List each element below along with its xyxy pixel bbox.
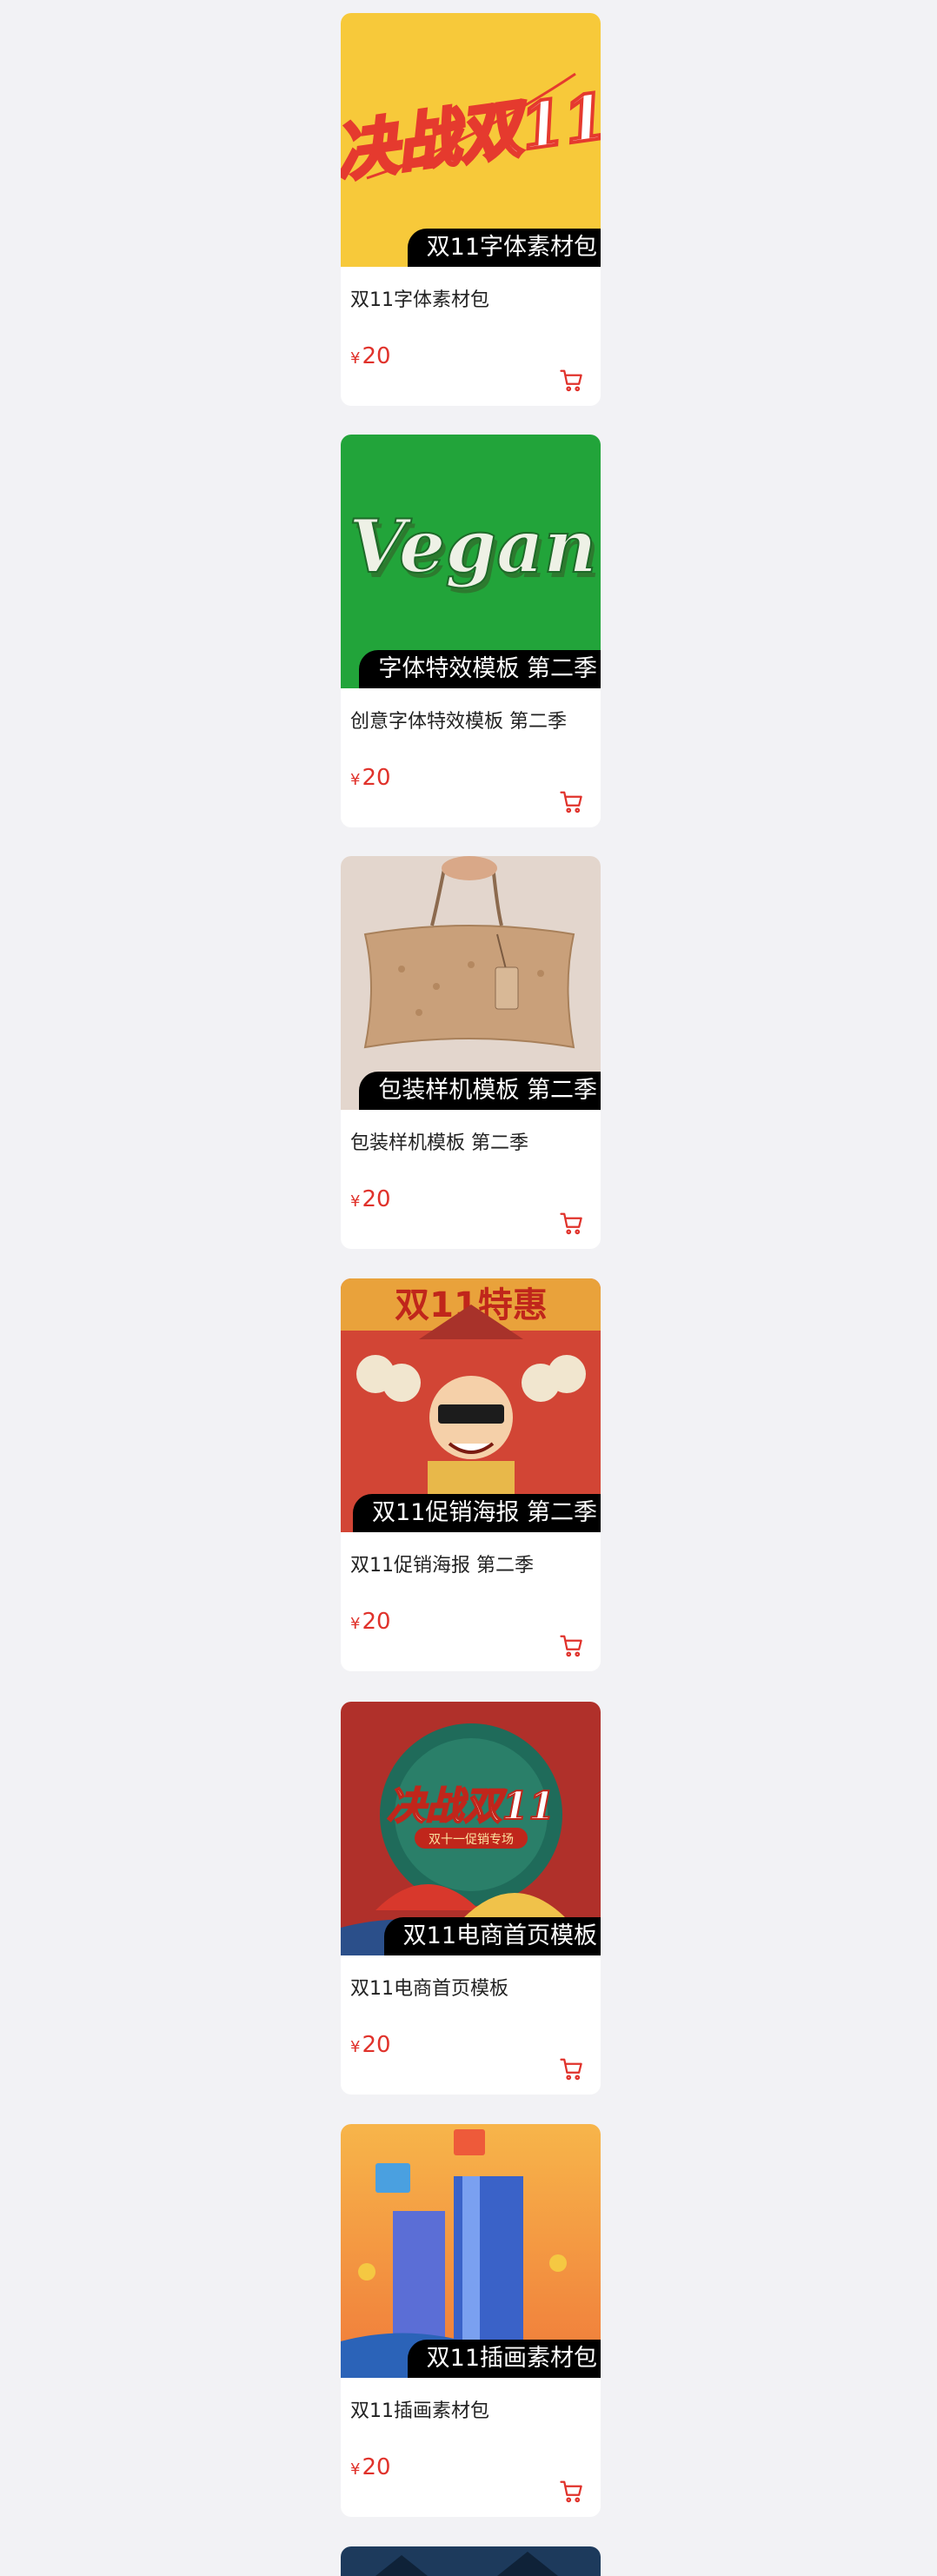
product-thumbnail[interactable]: Vegan Vegan 字体特效模板 第二季	[341, 435, 601, 688]
product-thumbnail[interactable]: 双11特惠 双11促销海报 第二季	[341, 1278, 601, 1532]
product-title: 包装样机模板 第二季	[350, 1132, 528, 1154]
product-card[interactable]: Vegan Vegan 字体特效模板 第二季 创意字体特效模板 第二季 ¥20	[341, 435, 601, 827]
shopping-cart-icon[interactable]	[559, 368, 585, 394]
shopping-cart-icon[interactable]	[559, 1211, 585, 1237]
product-price: ¥20	[350, 765, 391, 791]
product-thumbnail[interactable]: 双11插画素材包	[341, 2124, 601, 2378]
product-price: ¥20	[350, 1609, 391, 1635]
product-thumbnail	[341, 2546, 601, 2576]
product-title: 双11促销海报 第二季	[350, 1555, 534, 1577]
product-badge: 双11电商首页模板	[383, 1917, 601, 1955]
shopping-cart-icon[interactable]	[559, 2479, 585, 2505]
product-card[interactable]: 决战双11 双11字体素材包 双11字体素材包 ¥20	[341, 13, 601, 406]
svg-text:Vegan: Vegan	[349, 503, 596, 589]
product-thumbnail[interactable]: 包装样机模板 第二季	[341, 856, 601, 1110]
product-title: 创意字体特效模板 第二季	[350, 711, 567, 733]
product-title: 双11字体素材包	[350, 289, 489, 311]
shopping-cart-icon[interactable]	[559, 789, 585, 815]
product-price: ¥20	[350, 1186, 391, 1212]
product-price: ¥20	[350, 2032, 391, 2058]
product-badge: 双11促销海报 第二季	[353, 1494, 601, 1532]
product-thumbnail[interactable]: 决战双11 双11字体素材包	[341, 13, 601, 267]
product-card[interactable]: 双11插画素材包 双11插画素材包 ¥20	[341, 2124, 601, 2517]
product-badge: 字体特效模板 第二季	[359, 650, 601, 688]
product-thumbnail[interactable]: 决战双11 双十一促销专场 双11电商首页模板	[341, 1702, 601, 1955]
product-card[interactable]: 包装样机模板 第二季 包装样机模板 第二季 ¥20	[341, 856, 601, 1249]
svg-text:双十一促销专场: 双十一促销专场	[429, 1833, 514, 1847]
product-price: ¥20	[350, 343, 391, 369]
product-title: 双11电商首页模板	[350, 1978, 508, 2000]
shopping-cart-icon[interactable]	[559, 2056, 585, 2082]
svg-text:决战双11: 决战双11	[387, 1784, 555, 1829]
product-feed: 决战双11 双11字体素材包 双11字体素材包 ¥20 Vegan Vegan …	[0, 0, 937, 2576]
product-card[interactable]: 决战双11 双十一促销专场 双11电商首页模板 双11电商首页模板 ¥20	[341, 1702, 601, 2095]
product-price: ¥20	[350, 2454, 391, 2480]
product-badge: 双11字体素材包	[407, 229, 601, 267]
product-card[interactable]: 双11特惠 双11促销海报 第二季 双11促销海报 第二季 ¥20	[341, 1278, 601, 1671]
shopping-cart-icon[interactable]	[559, 1633, 585, 1659]
product-card-partial[interactable]	[341, 2546, 601, 2576]
product-badge: 包装样机模板 第二季	[359, 1072, 601, 1110]
product-badge: 双11插画素材包	[407, 2340, 601, 2378]
product-title: 双11插画素材包	[350, 2400, 489, 2422]
